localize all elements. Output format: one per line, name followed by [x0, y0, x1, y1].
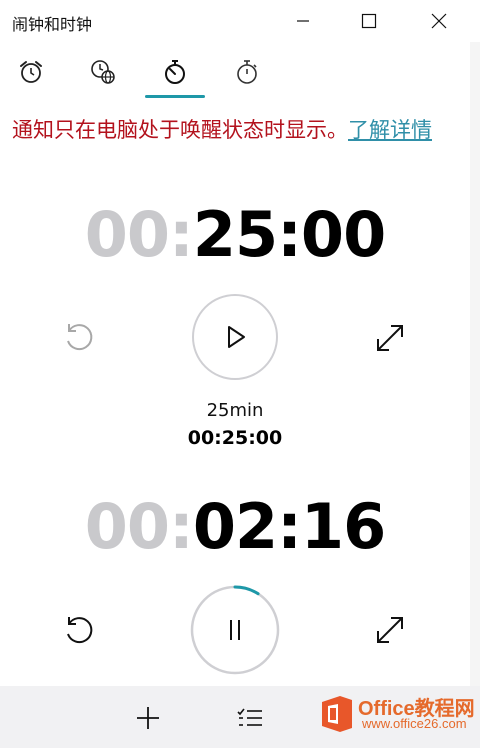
timer-1-name: 25min: [206, 400, 264, 421]
tab-stopwatch[interactable]: [222, 54, 272, 90]
close-icon: [431, 13, 447, 29]
timer-2-minsecs: 02:16: [192, 490, 386, 563]
select-list-icon: [237, 708, 262, 726]
timer-2-pause-button[interactable]: [190, 585, 280, 675]
tab-timer[interactable]: [150, 54, 200, 90]
maximize-icon: [361, 13, 377, 29]
scrollbar[interactable]: [470, 42, 480, 748]
notice-text: 通知只在电脑处于唤醒状态时显示。: [12, 118, 348, 142]
timer-1-duration: 00:25:00: [187, 427, 283, 449]
timer-2-time: 00:02:16: [0, 492, 470, 562]
timer-2-hours: 00:: [84, 490, 194, 563]
minimize-icon: [297, 20, 309, 22]
stopwatch-icon: [237, 60, 257, 84]
timer-2-reset-button[interactable]: [59, 610, 99, 650]
timer-1-hours: 00:: [84, 198, 194, 271]
expand-icon: [377, 617, 403, 643]
pause-icon: [230, 620, 240, 640]
alarm-clock-icon: [20, 61, 42, 83]
add-icon: [137, 707, 159, 729]
maximize-button[interactable]: [346, 0, 392, 42]
watermark: Office教程网 www.office26.com: [318, 690, 476, 740]
timer-1-reset-button[interactable]: [59, 317, 99, 357]
timer-1-minsecs: 25:00: [192, 198, 386, 271]
world-clock-icon: [91, 60, 115, 84]
tab-alarm[interactable]: [6, 54, 56, 90]
add-timer-button[interactable]: [126, 696, 170, 740]
timer-1-expand-button[interactable]: [370, 318, 410, 358]
select-timers-button[interactable]: [228, 696, 272, 740]
watermark-url: www.office26.com: [362, 716, 467, 731]
office-logo-icon: [322, 696, 352, 732]
expand-icon: [377, 325, 403, 351]
timer-icon: [165, 60, 185, 84]
tab-bar: [0, 42, 480, 102]
minimize-button[interactable]: [280, 0, 326, 42]
title-bar: 闹钟和时钟: [0, 0, 480, 42]
timer-2-progress-arc: [233, 585, 260, 596]
learn-more-link[interactable]: 了解详情: [348, 118, 432, 142]
reset-icon: [67, 617, 93, 644]
timer-2-expand-button[interactable]: [370, 610, 410, 650]
close-button[interactable]: [416, 0, 462, 42]
notification-notice: 通知只在电脑处于唤醒状态时显示。了解详情: [12, 115, 460, 145]
timer-1-time: 00:25:00: [0, 200, 470, 270]
selected-tab-indicator: [145, 95, 205, 98]
tab-world-clock[interactable]: [78, 54, 128, 90]
window-title: 闹钟和时钟: [12, 15, 93, 34]
play-icon: [228, 326, 245, 348]
timer-1-play-button[interactable]: [192, 294, 278, 380]
reset-icon: [67, 324, 93, 351]
